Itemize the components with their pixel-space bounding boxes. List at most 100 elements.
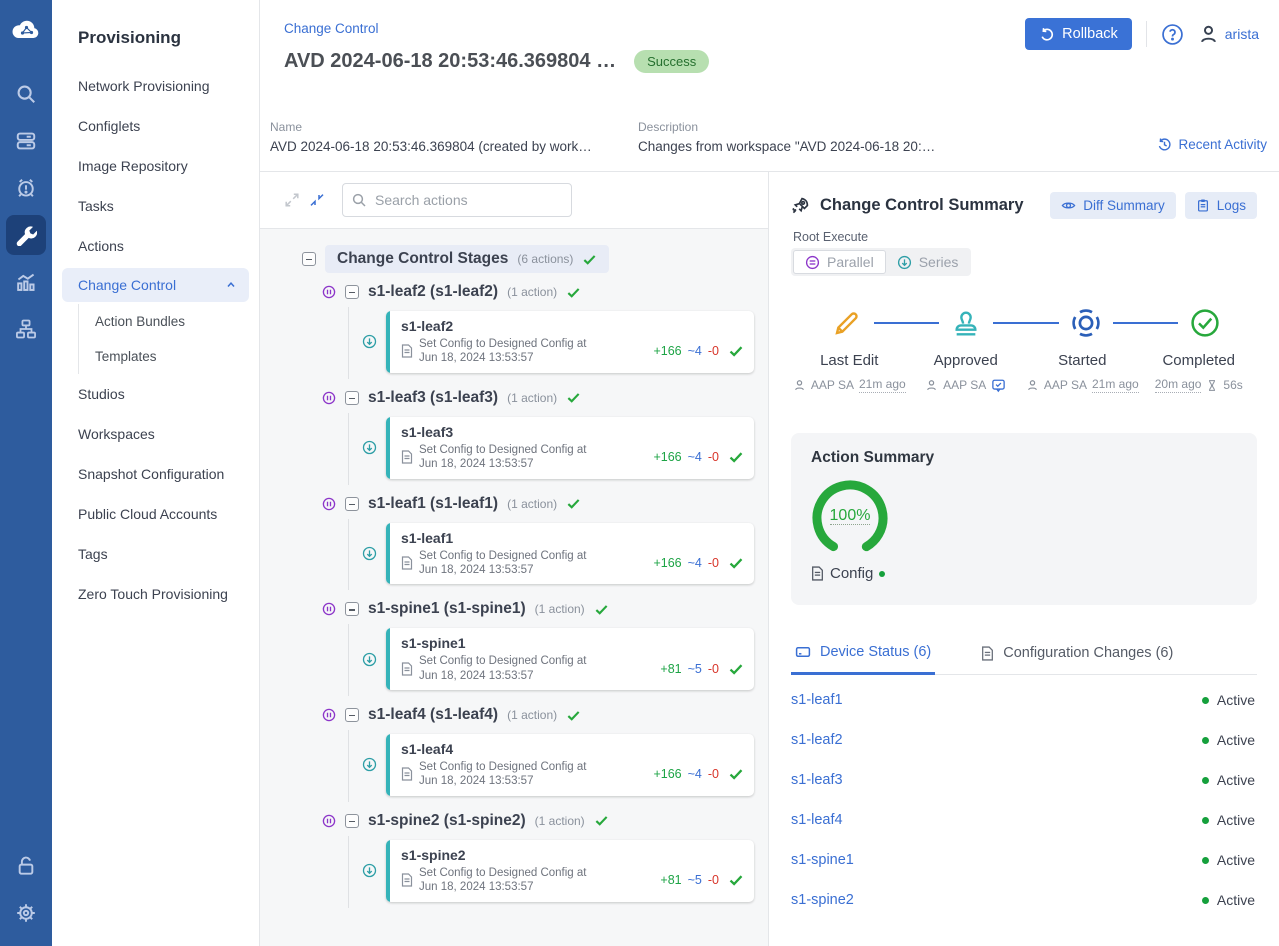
diff-deleted: -0 (708, 873, 719, 887)
action-device-name: s1-spine1 (401, 635, 744, 651)
cloudvision-logo-icon[interactable] (6, 10, 46, 50)
pause-circle-icon[interactable] (322, 708, 336, 722)
nav-item-snapshot-configuration[interactable]: Snapshot Configuration (52, 454, 259, 494)
action-card[interactable]: s1-spine1 Set Config to Designed Config … (386, 628, 754, 690)
nav-item-network-provisioning[interactable]: Network Provisioning (52, 66, 259, 106)
collapse-node-icon[interactable] (302, 252, 316, 266)
nav-item-tasks[interactable]: Tasks (52, 186, 259, 226)
provisioning-wrench-icon[interactable] (6, 215, 46, 255)
action-device-name: s1-spine2 (401, 847, 744, 863)
nav-item-image-repository[interactable]: Image Repository (52, 146, 259, 186)
document-icon (811, 566, 824, 581)
pause-circle-icon[interactable] (322, 285, 336, 299)
gear-icon[interactable] (6, 893, 46, 933)
action-card[interactable]: s1-leaf2 Set Config to Designed Config a… (386, 311, 754, 373)
stage-name: s1-spine2 (s1-spine2) (368, 812, 526, 830)
stage-name: s1-leaf2 (s1-leaf2) (368, 283, 498, 301)
pause-circle-icon[interactable] (322, 391, 336, 405)
logs-button[interactable]: Logs (1185, 192, 1257, 219)
diff-summary-button[interactable]: Diff Summary (1050, 192, 1176, 219)
device-link[interactable]: s1-leaf2 (791, 732, 843, 748)
device-link[interactable]: s1-spine1 (791, 852, 854, 868)
series-arrow-icon (362, 652, 377, 667)
collapse-node-icon[interactable] (345, 602, 359, 616)
search-actions-input[interactable] (342, 183, 572, 217)
nav-item-zero-touch-provisioning[interactable]: Zero Touch Provisioning (52, 574, 259, 614)
rollback-button[interactable]: Rollback (1025, 18, 1132, 50)
nav-item-configlets[interactable]: Configlets (52, 106, 259, 146)
nav-subitem-action-bundles[interactable]: Action Bundles (79, 304, 259, 339)
stage-header[interactable]: s1-leaf2 (s1-leaf2) (1 action) (302, 283, 768, 301)
stage-header[interactable]: s1-spine1 (s1-spine1) (1 action) (302, 600, 768, 618)
nav-item-tags[interactable]: Tags (52, 534, 259, 574)
collapse-node-icon[interactable] (345, 708, 359, 722)
parallel-icon (805, 255, 820, 270)
lock-icon[interactable] (6, 846, 46, 886)
series-label: Series (919, 254, 959, 270)
events-alarm-icon[interactable] (6, 168, 46, 208)
recent-activity-link[interactable]: Recent Activity (1157, 137, 1267, 152)
devices-icon[interactable] (6, 121, 46, 161)
action-card[interactable]: s1-spine2 Set Config to Designed Config … (386, 840, 754, 902)
pause-circle-icon[interactable] (322, 814, 336, 828)
action-card[interactable]: s1-leaf3 Set Config to Designed Config a… (386, 417, 754, 479)
series-option[interactable]: Series (886, 250, 970, 274)
collapse-node-icon[interactable] (345, 814, 359, 828)
action-device-name: s1-leaf4 (401, 741, 744, 757)
parallel-option[interactable]: Parallel (793, 250, 886, 274)
breadcrumb[interactable]: Change Control (284, 21, 379, 36)
nav-item-change-control[interactable]: Change Control (62, 268, 249, 302)
stages-root-row[interactable]: Change Control Stages (6 actions) (302, 245, 768, 273)
change-control-subnav: Action Bundles Templates (78, 304, 259, 374)
nav-item-workspaces[interactable]: Workspaces (52, 414, 259, 454)
stage-header[interactable]: s1-leaf3 (s1-leaf3) (1 action) (302, 389, 768, 407)
nav-item-actions[interactable]: Actions (52, 226, 259, 266)
nav-subitem-templates[interactable]: Templates (79, 339, 259, 374)
device-link[interactable]: s1-leaf4 (791, 812, 843, 828)
action-description: Set Config to Designed Config at Jun 18,… (419, 866, 587, 895)
person-icon (793, 379, 806, 392)
search-icon[interactable] (6, 74, 46, 114)
device-link[interactable]: s1-leaf1 (791, 692, 843, 708)
collapse-node-icon[interactable] (345, 391, 359, 405)
stage-count: (1 action) (507, 391, 557, 405)
pause-circle-icon[interactable] (322, 602, 336, 616)
stage-header[interactable]: s1-leaf1 (s1-leaf1) (1 action) (302, 495, 768, 513)
stages-root-label: Change Control Stages (337, 250, 508, 268)
device-tab-icon (795, 644, 811, 660)
nav-item-studios[interactable]: Studios (52, 374, 259, 414)
action-card[interactable]: s1-leaf4 Set Config to Designed Config a… (386, 734, 754, 796)
timeline-duration: 56s (1223, 378, 1242, 392)
collapse-node-icon[interactable] (345, 497, 359, 511)
stage-count: (1 action) (507, 497, 557, 511)
action-card[interactable]: s1-leaf1 Set Config to Designed Config a… (386, 523, 754, 585)
help-icon[interactable] (1161, 23, 1184, 46)
document-icon (401, 450, 413, 464)
approval-note-icon[interactable] (991, 378, 1006, 393)
tab-device-status[interactable]: Device Status (6) (791, 644, 935, 675)
nav-item-public-cloud-accounts[interactable]: Public Cloud Accounts (52, 494, 259, 534)
device-link[interactable]: s1-leaf3 (791, 772, 843, 788)
topology-icon[interactable] (6, 309, 46, 349)
tab-configuration-changes[interactable]: Configuration Changes (6) (977, 644, 1177, 674)
series-arrow-icon (362, 863, 377, 878)
device-row: s1-leaf4 Active (791, 800, 1257, 840)
success-check-icon (728, 555, 744, 571)
username: arista (1225, 26, 1259, 42)
stage-count: (1 action) (535, 602, 585, 616)
metrics-icon[interactable] (6, 262, 46, 302)
user-menu[interactable]: arista (1198, 24, 1259, 45)
device-link[interactable]: s1-spine2 (791, 892, 854, 908)
pause-circle-icon[interactable] (322, 497, 336, 511)
expand-all-icon[interactable] (284, 192, 300, 208)
collapse-all-icon[interactable] (309, 192, 325, 208)
stage-header[interactable]: s1-leaf4 (s1-leaf4) (1 action) (302, 706, 768, 724)
success-check-icon (594, 602, 609, 617)
diff-added: +166 (653, 450, 681, 464)
timeline-label-approved: Approved (908, 352, 1025, 369)
collapse-node-icon[interactable] (345, 285, 359, 299)
tab-device-status-label: Device Status (6) (820, 644, 931, 660)
stage-header[interactable]: s1-spine2 (s1-spine2) (1 action) (302, 812, 768, 830)
config-progress-gauge: 100% (811, 479, 889, 557)
diff-summary-label: Diff Summary (1083, 198, 1165, 213)
